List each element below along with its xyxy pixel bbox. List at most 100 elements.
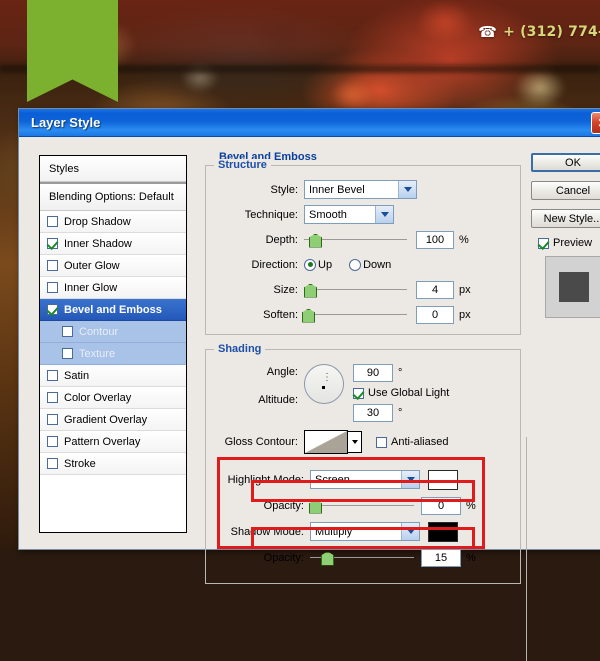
cancel-button[interactable]: Cancel bbox=[531, 181, 600, 200]
style-item-label: Pattern Overlay bbox=[64, 435, 141, 448]
highlight-mode-select[interactable]: Screen bbox=[310, 470, 420, 489]
soften-slider[interactable] bbox=[302, 308, 407, 323]
style-item-pattern-overlay[interactable]: Pattern Overlay bbox=[40, 431, 186, 453]
checkbox-bevel-and-emboss[interactable] bbox=[47, 304, 58, 315]
layer-style-dialog: Layer Style ✕ Styles Blending Options: D… bbox=[18, 108, 600, 661]
depth-input[interactable]: 100 bbox=[416, 230, 454, 249]
crosshair-icon: ⋮ bbox=[322, 372, 332, 383]
style-item-label: Inner Glow bbox=[64, 281, 118, 294]
direction-row: Direction: Up Down bbox=[212, 253, 510, 276]
checkbox-color-overlay[interactable] bbox=[47, 392, 58, 403]
style-item-drop-shadow[interactable]: Drop Shadow bbox=[40, 211, 186, 233]
style-item-texture[interactable]: Texture bbox=[40, 343, 186, 365]
altitude-input[interactable]: 30 bbox=[353, 404, 393, 422]
highlight-mode-row: Highlight Mode: Screen bbox=[212, 468, 510, 491]
shading-legend: Shading bbox=[214, 343, 266, 355]
style-item-satin[interactable]: Satin bbox=[40, 365, 186, 387]
blending-options-row[interactable]: Blending Options: Default bbox=[40, 184, 186, 211]
style-item-label: Color Overlay bbox=[64, 391, 132, 404]
styles-list-header[interactable]: Styles bbox=[40, 156, 186, 182]
checkbox-contour[interactable] bbox=[62, 326, 73, 337]
chevron-down-icon[interactable] bbox=[401, 523, 419, 540]
direction-label: Direction: bbox=[251, 258, 298, 271]
angle-label: Angle: bbox=[266, 366, 298, 378]
style-item-label: Texture bbox=[79, 347, 116, 360]
style-item-bevel-and-emboss[interactable]: Bevel and Emboss bbox=[40, 299, 186, 321]
shadow-mode-row: Shadow Mode: Multiply bbox=[212, 520, 510, 543]
checkbox-drop-shadow[interactable] bbox=[47, 216, 58, 227]
dialog-body: Styles Blending Options: Default Drop Sh… bbox=[19, 137, 600, 661]
checkbox-preview[interactable] bbox=[538, 237, 549, 249]
soften-unit: px bbox=[459, 308, 471, 321]
chevron-down-icon[interactable] bbox=[401, 471, 419, 488]
shadow-color-swatch[interactable] bbox=[428, 521, 458, 542]
checkbox-pattern-overlay[interactable] bbox=[47, 436, 58, 447]
soften-label: Soften: bbox=[263, 308, 298, 321]
angle-dial[interactable]: ⋮ bbox=[304, 364, 344, 404]
size-input[interactable]: 4 bbox=[416, 280, 454, 299]
depth-row: Depth: 100 % bbox=[212, 228, 510, 251]
radio-direction-up[interactable] bbox=[304, 258, 316, 271]
checkbox-stroke[interactable] bbox=[47, 458, 58, 469]
technique-label: Technique: bbox=[244, 208, 298, 221]
style-item-inner-shadow[interactable]: Inner Shadow bbox=[40, 233, 186, 255]
highlight-opacity-label: Opacity: bbox=[263, 499, 304, 512]
soften-row: Soften: 0 px bbox=[212, 303, 510, 326]
style-item-label: Inner Shadow bbox=[64, 237, 132, 250]
style-item-color-overlay[interactable]: Color Overlay bbox=[40, 387, 186, 409]
highlight-mode-label: Highlight Mode: bbox=[227, 473, 304, 486]
checkbox-satin[interactable] bbox=[47, 370, 58, 381]
checkbox-inner-shadow[interactable] bbox=[47, 238, 58, 249]
checkbox-use-global-light[interactable] bbox=[353, 387, 364, 399]
depth-label: Depth: bbox=[265, 233, 298, 246]
use-global-light-label: Use Global Light bbox=[368, 387, 450, 399]
style-item-label: Stroke bbox=[64, 457, 96, 470]
shadow-mode-select[interactable]: Multiply bbox=[310, 522, 420, 541]
style-item-label: Gradient Overlay bbox=[64, 413, 148, 426]
altitude-label: Altitude: bbox=[258, 394, 298, 406]
highlight-opacity-input[interactable]: 0 bbox=[421, 496, 461, 515]
style-item-label: Outer Glow bbox=[64, 259, 120, 272]
dialog-title: Layer Style bbox=[31, 115, 101, 130]
shadow-opacity-slider[interactable] bbox=[310, 551, 414, 566]
preview-row: Preview bbox=[538, 237, 600, 249]
style-item-gradient-overlay[interactable]: Gradient Overlay bbox=[40, 409, 186, 431]
checkbox-anti-aliased[interactable] bbox=[376, 436, 387, 448]
gloss-contour-preview[interactable] bbox=[304, 430, 348, 454]
depth-slider[interactable] bbox=[304, 233, 407, 248]
chevron-down-icon[interactable] bbox=[375, 206, 393, 223]
styles-list-panel: Styles Blending Options: Default Drop Sh… bbox=[39, 155, 187, 533]
style-item-outer-glow[interactable]: Outer Glow bbox=[40, 255, 186, 277]
style-item-inner-glow[interactable]: Inner Glow bbox=[40, 277, 186, 299]
ok-button[interactable]: OK bbox=[531, 153, 600, 172]
radio-direction-down[interactable] bbox=[349, 258, 362, 271]
style-item-label: Drop Shadow bbox=[64, 215, 131, 228]
style-item-stroke[interactable]: Stroke bbox=[40, 453, 186, 475]
style-item-contour[interactable]: Contour bbox=[40, 321, 186, 343]
checkbox-texture[interactable] bbox=[62, 348, 73, 359]
angle-input[interactable]: 90 bbox=[353, 364, 393, 382]
size-unit: px bbox=[459, 283, 471, 296]
size-slider[interactable] bbox=[304, 283, 407, 298]
soften-input[interactable]: 0 bbox=[416, 305, 454, 324]
style-item-label: Contour bbox=[79, 325, 119, 338]
shadow-opacity-input[interactable]: 15 bbox=[421, 548, 461, 567]
depth-unit: % bbox=[459, 233, 469, 246]
preview-thumbnail-shape bbox=[559, 272, 589, 302]
checkbox-gradient-overlay[interactable] bbox=[47, 414, 58, 425]
close-icon[interactable]: ✕ bbox=[591, 112, 600, 134]
style-select[interactable]: Inner Bevel bbox=[304, 180, 417, 199]
highlight-color-swatch[interactable] bbox=[428, 469, 458, 490]
phone-number-text: + (312) 774- bbox=[503, 24, 600, 40]
shadow-mode-value: Multiply bbox=[315, 525, 353, 538]
chevron-down-icon[interactable] bbox=[398, 181, 416, 198]
checkbox-outer-glow[interactable] bbox=[47, 260, 58, 271]
new-style-button[interactable]: New Style... bbox=[531, 209, 600, 228]
gloss-contour-dropdown-icon[interactable] bbox=[348, 431, 362, 453]
highlight-mode-value: Screen bbox=[315, 473, 350, 486]
checkbox-inner-glow[interactable] bbox=[47, 282, 58, 293]
technique-select[interactable]: Smooth bbox=[304, 205, 394, 224]
dialog-titlebar[interactable]: Layer Style ✕ bbox=[19, 109, 600, 137]
highlight-opacity-slider[interactable] bbox=[309, 499, 414, 514]
shading-group: Shading Angle: Altitude: ⋮ 90 ° Use Glob… bbox=[205, 343, 521, 584]
